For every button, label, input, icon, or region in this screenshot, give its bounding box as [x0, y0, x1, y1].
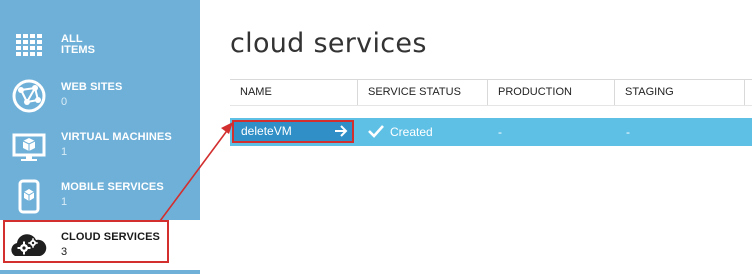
annotation-arrow [159, 122, 233, 222]
